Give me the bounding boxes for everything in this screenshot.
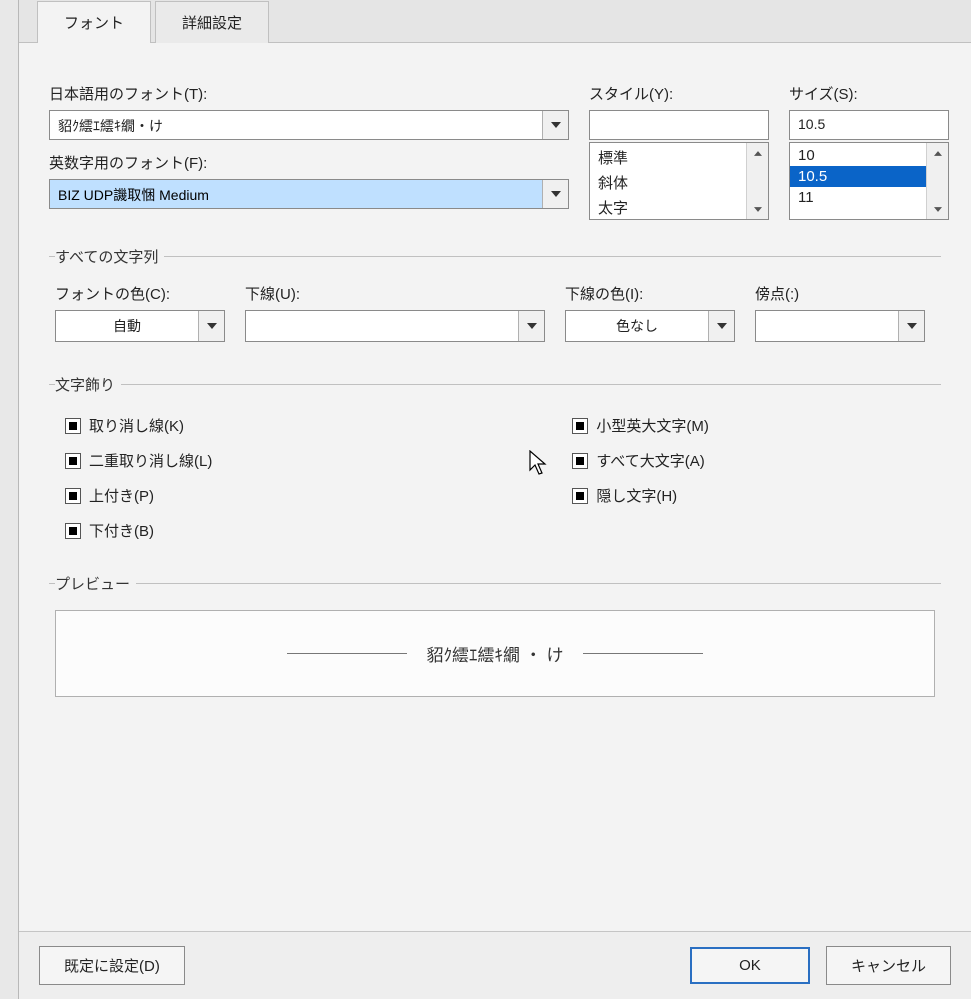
latin-font-combo[interactable]: BIZ UDP譏取悃 Medium: [49, 179, 569, 209]
tab-strip: フォント 詳細設定: [19, 0, 971, 43]
checkbox-icon: [572, 488, 588, 504]
font-row: 日本語用のフォント(T): 貂ｸ繧ｴ繧ｷ繝・け 英数字用のフォント(F): BI…: [49, 83, 941, 220]
preview-text: 貂ｸ繧ｴ繧ｷ繝 ・ け: [427, 641, 564, 666]
chevron-down-icon[interactable]: [898, 311, 924, 341]
size-listbox[interactable]: 10 10.5 11: [789, 142, 949, 220]
checkbox-icon: [572, 418, 588, 434]
checkbox-icon: [572, 453, 588, 469]
list-item[interactable]: 10: [790, 145, 926, 166]
chevron-down-icon[interactable]: [708, 311, 734, 341]
checkbox-icon: [65, 488, 81, 504]
ok-button[interactable]: OK: [690, 947, 810, 984]
chevron-up-icon[interactable]: [747, 143, 768, 163]
japanese-font-value: 貂ｸ繧ｴ繧ｷ繝・け: [50, 111, 542, 139]
checkbox-label: 上付き(P): [89, 485, 154, 506]
checkbox-subscript[interactable]: 下付き(B): [65, 520, 212, 541]
underline-color-label: 下線の色(I):: [565, 283, 735, 304]
preview-line-left: [287, 653, 407, 654]
list-item[interactable]: 10.5: [790, 166, 926, 187]
tab-advanced[interactable]: 詳細設定: [155, 1, 269, 43]
checkbox-hidden[interactable]: 隠し文字(H): [572, 485, 709, 506]
preview-box: 貂ｸ繧ｴ繧ｷ繝 ・ け: [55, 610, 935, 697]
chevron-down-icon[interactable]: [542, 180, 568, 208]
size-input[interactable]: 10.5: [789, 110, 949, 140]
preview-group: プレビュー 貂ｸ繧ｴ繧ｷ繝 ・ け: [49, 573, 941, 703]
underline-combo[interactable]: [245, 310, 545, 342]
style-label: スタイル(Y):: [589, 83, 769, 104]
preview-line-right: [583, 653, 703, 654]
style-value: [590, 111, 768, 139]
underline-value: [246, 311, 518, 341]
style-input[interactable]: [589, 110, 769, 140]
checkbox-strikethrough[interactable]: 取り消し線(K): [65, 415, 212, 436]
checkbox-label: 小型英大文字(M): [596, 415, 709, 436]
checkbox-label: すべて大文字(A): [596, 450, 704, 471]
underline-color-combo[interactable]: 色なし: [565, 310, 735, 342]
chevron-down-icon[interactable]: [198, 311, 224, 341]
checkbox-icon: [65, 418, 81, 434]
dialog-footer: 既定に設定(D) OK キャンセル: [19, 931, 971, 999]
all-text-legend: すべての文字列: [55, 246, 164, 267]
latin-font-label: 英数字用のフォント(F):: [49, 152, 569, 173]
checkbox-icon: [65, 523, 81, 539]
underline-color-value: 色なし: [566, 311, 708, 341]
font-dialog: フォント 詳細設定 日本語用のフォント(T): 貂ｸ繧ｴ繧ｷ繝・け 英数字用のフ…: [18, 0, 971, 999]
effects-legend: 文字飾り: [55, 374, 121, 395]
font-color-label: フォントの色(C):: [55, 283, 225, 304]
chevron-down-icon[interactable]: [542, 111, 568, 139]
chevron-up-icon[interactable]: [927, 143, 948, 163]
scrollbar[interactable]: [926, 143, 948, 219]
all-text-group: すべての文字列 フォントの色(C): 自動 下線(U):: [49, 246, 941, 348]
checkbox-label: 取り消し線(K): [89, 415, 184, 436]
checkbox-small-caps[interactable]: 小型英大文字(M): [572, 415, 709, 436]
list-item[interactable]: 標準: [590, 145, 746, 170]
font-color-combo[interactable]: 自動: [55, 310, 225, 342]
japanese-font-combo[interactable]: 貂ｸ繧ｴ繧ｷ繝・け: [49, 110, 569, 140]
underline-label: 下線(U):: [245, 283, 545, 304]
checkbox-icon: [65, 453, 81, 469]
checkbox-double-strikethrough[interactable]: 二重取り消し線(L): [65, 450, 212, 471]
checkbox-label: 下付き(B): [89, 520, 154, 541]
set-default-button[interactable]: 既定に設定(D): [39, 946, 185, 985]
effects-group: 文字飾り 取り消し線(K) 二重取り消し線(L) 上付き(P) 下付き(B) 小…: [49, 374, 941, 547]
size-label: サイズ(S):: [789, 83, 949, 104]
chevron-down-icon[interactable]: [927, 199, 948, 219]
font-color-value: 自動: [56, 311, 198, 341]
japanese-font-label: 日本語用のフォント(T):: [49, 83, 569, 104]
emphasis-label: 傍点(:): [755, 283, 925, 304]
checkbox-all-caps[interactable]: すべて大文字(A): [572, 450, 709, 471]
latin-font-value: BIZ UDP譏取悃 Medium: [50, 180, 542, 208]
style-listbox[interactable]: 標準 斜体 太字: [589, 142, 769, 220]
list-item[interactable]: 斜体: [590, 170, 746, 195]
cancel-button[interactable]: キャンセル: [826, 946, 951, 985]
tab-font[interactable]: フォント: [37, 1, 151, 43]
emphasis-combo[interactable]: [755, 310, 925, 342]
checkbox-label: 隠し文字(H): [596, 485, 677, 506]
dialog-content: 日本語用のフォント(T): 貂ｸ繧ｴ繧ｷ繝・け 英数字用のフォント(F): BI…: [19, 43, 971, 713]
preview-legend: プレビュー: [55, 573, 136, 594]
checkbox-superscript[interactable]: 上付き(P): [65, 485, 212, 506]
chevron-down-icon[interactable]: [518, 311, 544, 341]
chevron-down-icon[interactable]: [747, 199, 768, 219]
list-item[interactable]: 11: [790, 187, 926, 208]
scrollbar[interactable]: [746, 143, 768, 219]
emphasis-value: [756, 311, 898, 341]
size-value: 10.5: [790, 111, 948, 139]
checkbox-label: 二重取り消し線(L): [89, 450, 212, 471]
list-item[interactable]: 太字: [590, 195, 746, 219]
